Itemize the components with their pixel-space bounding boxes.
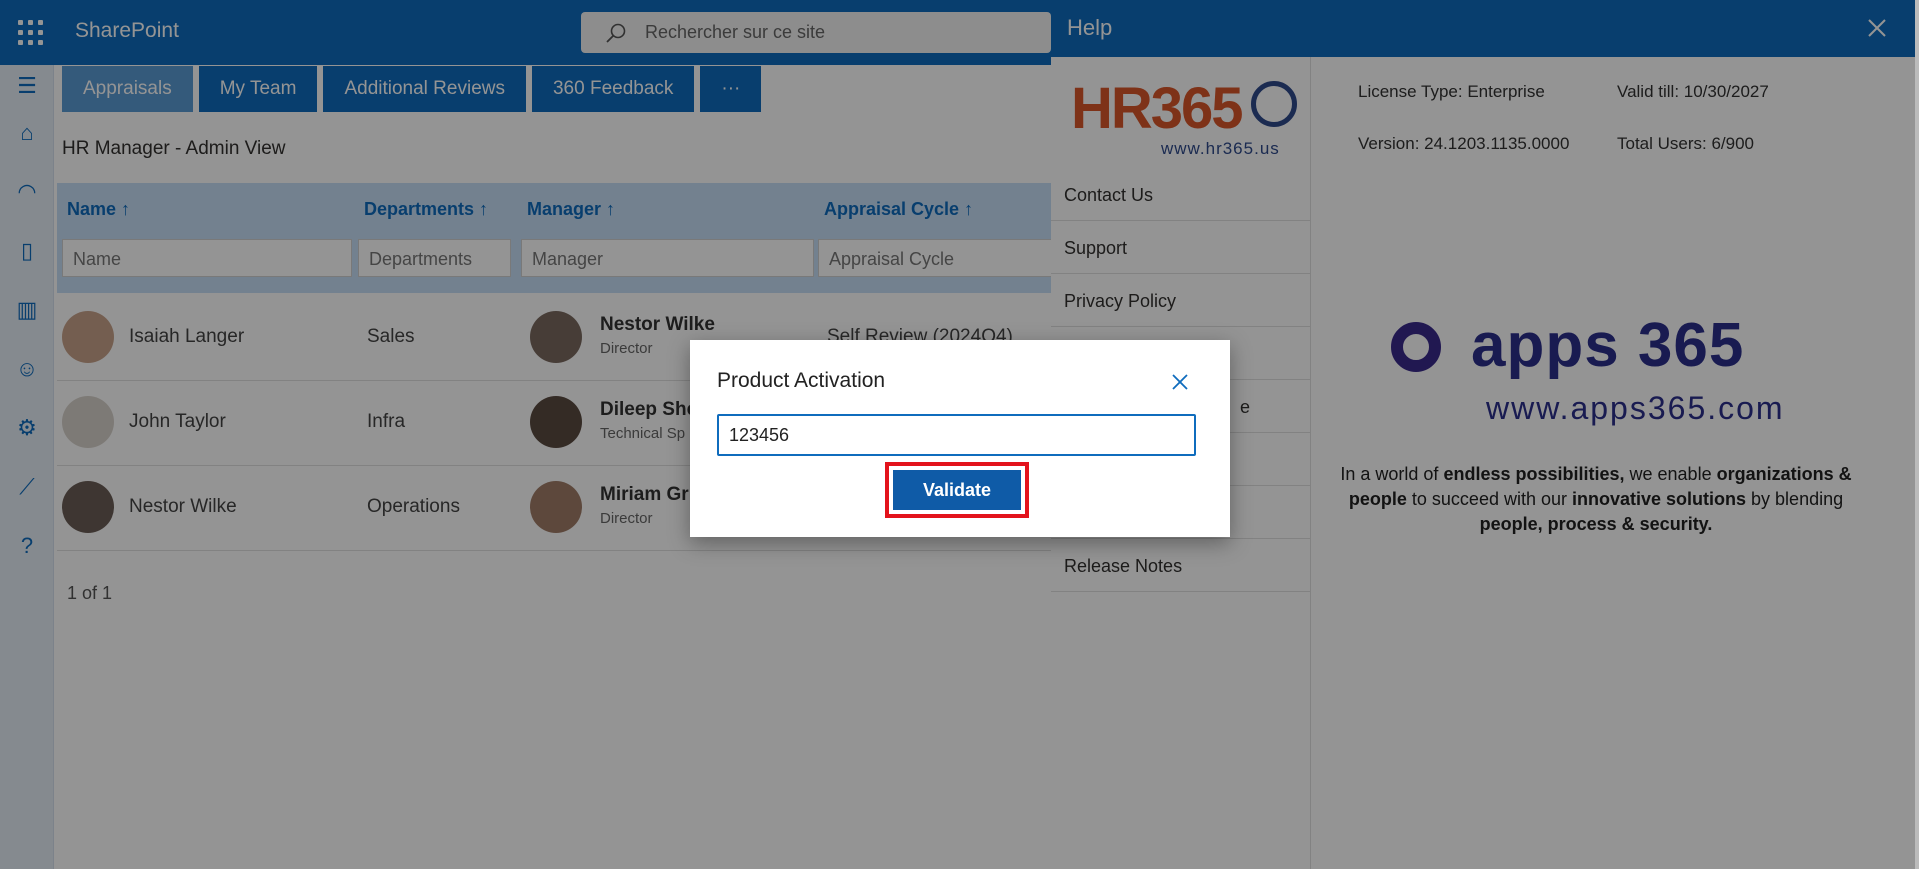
dialog-title: Product Activation bbox=[717, 369, 886, 392]
scrollbar[interactable] bbox=[1915, 0, 1919, 869]
product-activation-dialog: Product Activation Validate bbox=[690, 340, 1230, 537]
activation-key-input[interactable] bbox=[717, 414, 1196, 456]
header-backdrop bbox=[1051, 0, 1919, 57]
validate-highlight: Validate bbox=[885, 462, 1029, 518]
close-icon[interactable] bbox=[1168, 370, 1192, 394]
validate-button[interactable]: Validate bbox=[893, 470, 1021, 510]
